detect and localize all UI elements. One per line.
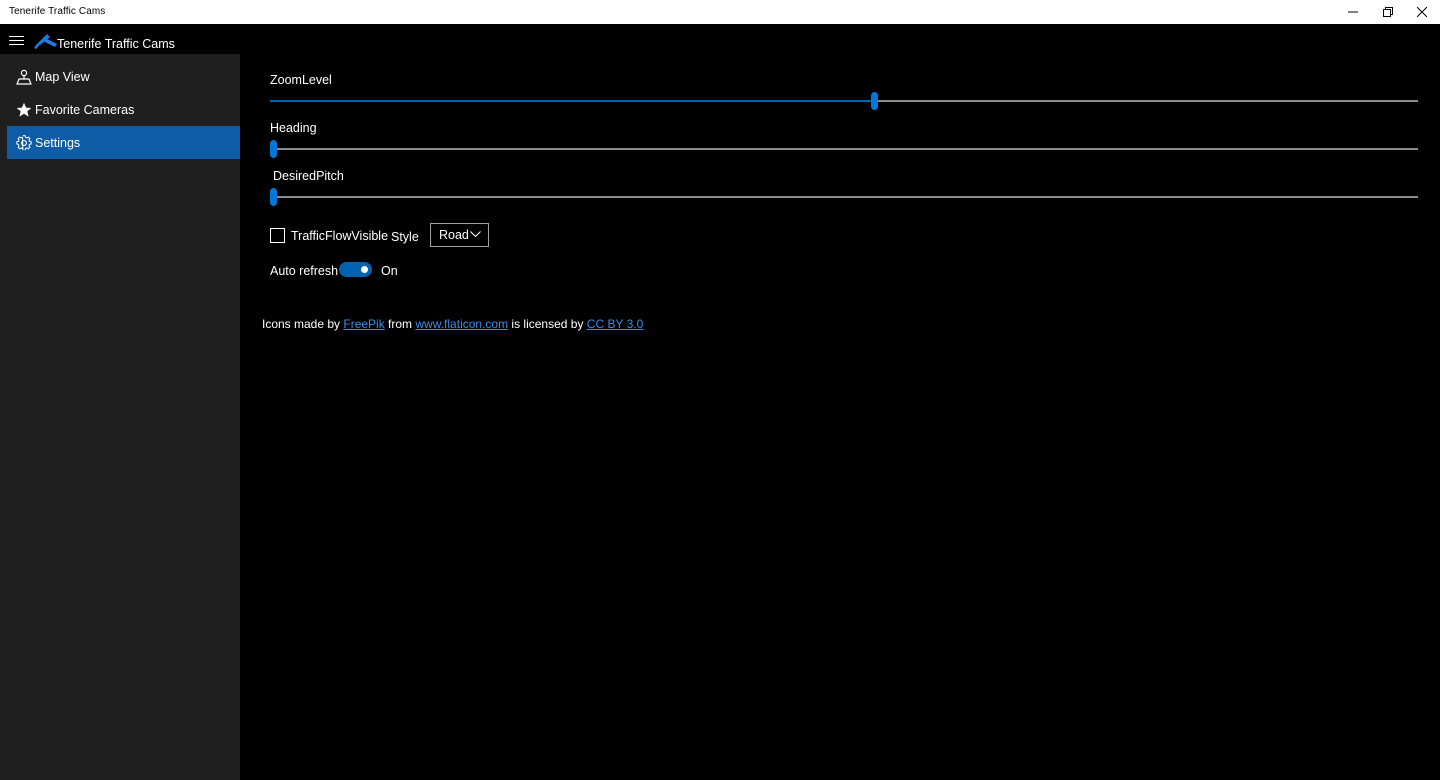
map-pin-icon [16,69,32,85]
traffic-flow-checkbox[interactable] [270,228,285,243]
sidebar-item-label: Map View [35,69,90,84]
chevron-down-icon [470,231,481,238]
sidebar-item-label: Favorite Cameras [35,102,135,117]
license-link[interactable]: CC BY 3.0 [587,317,643,331]
app-title: Tenerife Traffic Cams [57,37,175,51]
star-icon [16,102,32,118]
sidebar-item-label: Settings [35,135,81,150]
minimize-button[interactable] [1336,0,1370,24]
heading-label: Heading [270,121,317,135]
slider-thumb[interactable] [270,140,277,158]
slider-thumb[interactable] [270,188,277,206]
hamburger-line [9,44,24,45]
hamburger-menu-button[interactable] [9,36,25,48]
style-selected-value: Road [439,228,469,242]
auto-refresh-state: On [381,264,398,278]
slider-thumb[interactable] [871,92,878,110]
close-button[interactable] [1405,0,1439,24]
minimize-icon [1348,11,1358,13]
heading-slider[interactable] [270,140,1418,158]
traffic-camera-logo-icon [34,34,57,49]
hamburger-line [9,36,24,37]
credits-text: is licensed by [508,317,587,331]
slider-track [270,196,1418,198]
toggle-knob [361,266,368,273]
gear-icon [16,134,32,151]
sidebar-item-settings[interactable]: Settings [7,126,240,159]
desired-pitch-label: DesiredPitch [273,169,344,183]
icon-credits: Icons made by FreePik from www.flaticon.… [262,317,643,331]
hamburger-line [9,40,24,41]
zoom-level-slider[interactable] [270,92,1418,110]
restore-icon [1383,7,1393,17]
credits-text: Icons made by [262,317,344,331]
style-dropdown[interactable]: Road [430,223,489,247]
window-title: Tenerife Traffic Cams [9,6,106,17]
credits-text: from [384,317,416,331]
restore-button[interactable] [1371,0,1405,24]
freepik-link[interactable]: FreePik [343,317,384,331]
auto-refresh-label: Auto refresh [270,264,339,278]
traffic-flow-label[interactable]: TrafficFlowVisible [291,229,388,243]
desired-pitch-slider[interactable] [270,188,1418,206]
window-titlebar: Tenerife Traffic Cams [0,0,1440,24]
sidebar-item-map-view[interactable]: Map View [7,60,240,93]
slider-track [270,148,1418,150]
style-label: Style [391,230,419,244]
close-icon [1417,7,1427,17]
zoom-level-label: ZoomLevel [270,73,332,87]
flaticon-link[interactable]: www.flaticon.com [415,317,508,331]
sidebar-item-favorite-cameras[interactable]: Favorite Cameras [7,93,240,126]
auto-refresh-toggle[interactable] [339,262,372,277]
slider-fill [270,100,874,102]
